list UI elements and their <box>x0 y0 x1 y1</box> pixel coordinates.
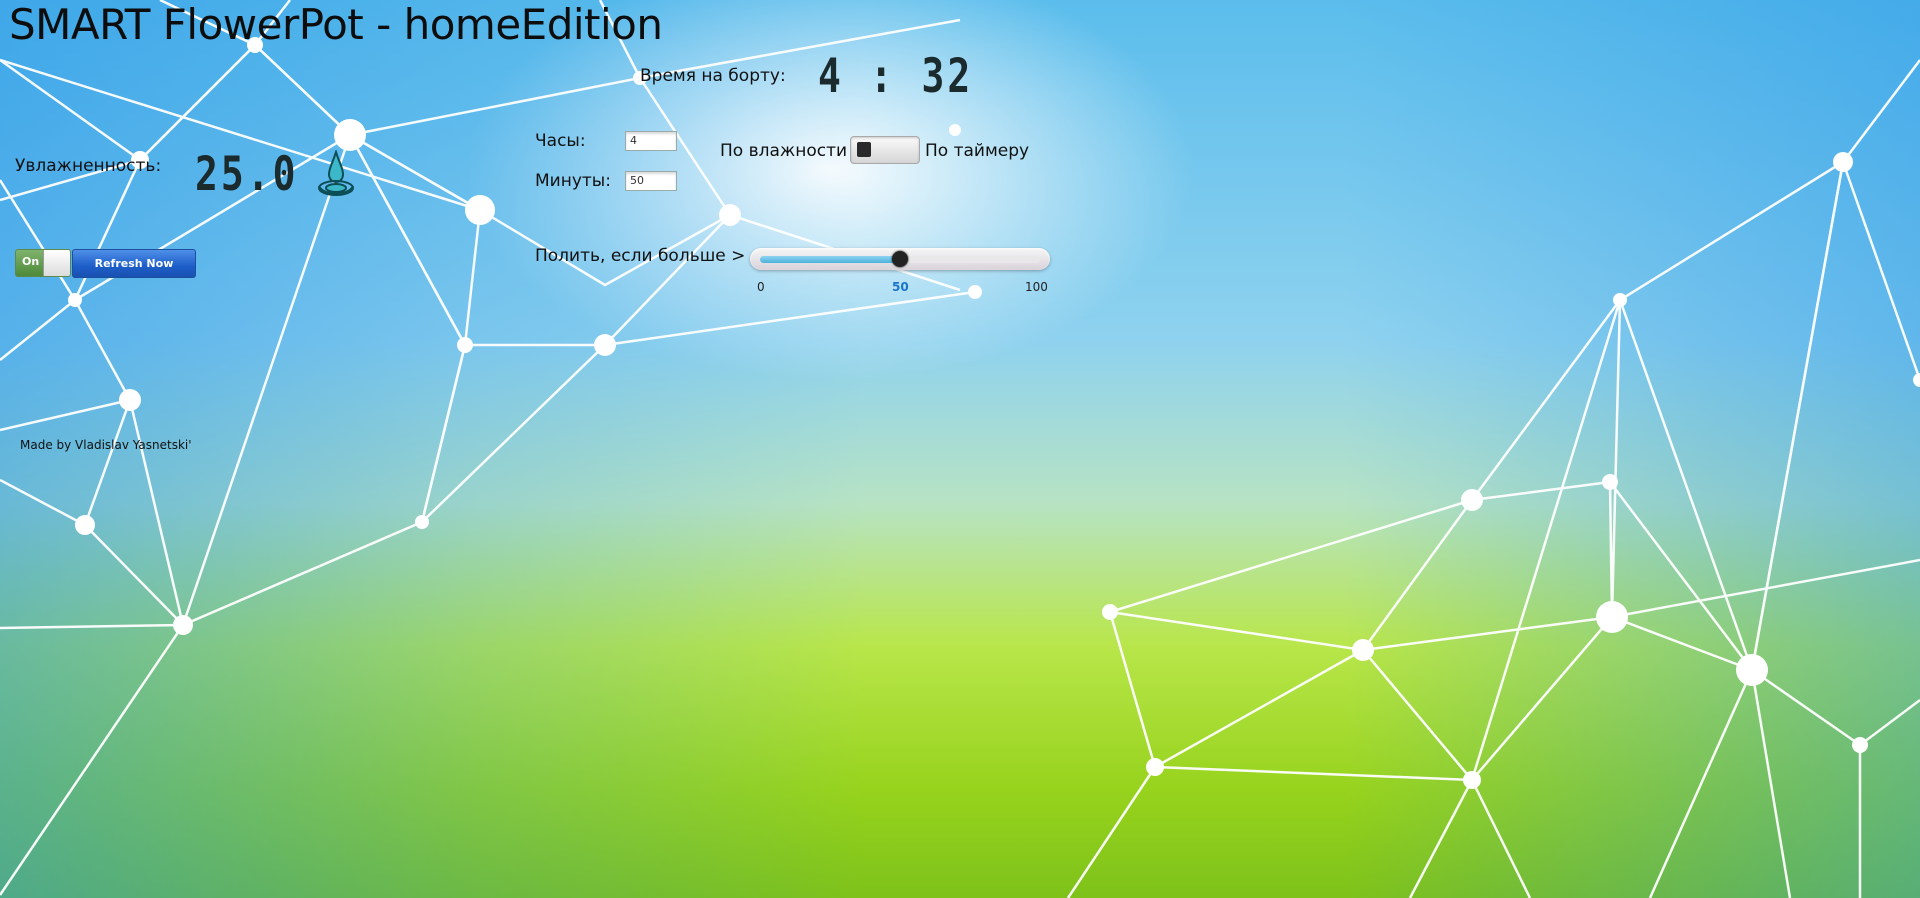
threshold-slider[interactable] <box>750 248 1050 270</box>
threshold-label: Полить, если больше > <box>535 246 746 266</box>
mode-timer-label: По таймеру <box>925 141 1030 161</box>
network-background <box>0 0 1920 898</box>
humidity-display: 25.0 <box>195 146 299 201</box>
threshold-slider-rail <box>760 251 1040 267</box>
power-toggle-knob <box>43 250 70 276</box>
mode-toggle-knob <box>857 142 871 157</box>
mode-humidity-label: По влажности <box>720 141 848 161</box>
threshold-slider-fill <box>760 256 900 263</box>
author-credit: Made by Vladislav Yasnetski' <box>20 438 192 452</box>
app-title: SMART FlowerPot - homeEdition <box>9 0 663 49</box>
mode-toggle[interactable] <box>850 136 920 164</box>
minutes-label: Минуты: <box>535 171 611 191</box>
humidity-label: Увлажненность: <box>15 156 162 176</box>
hours-label: Часы: <box>535 131 586 151</box>
hours-input[interactable]: 4 <box>625 131 677 151</box>
power-toggle-label: On <box>22 255 40 268</box>
water-drop-icon <box>318 150 354 196</box>
power-toggle[interactable]: On <box>15 249 71 277</box>
threshold-min-label: 0 <box>757 280 765 294</box>
threshold-max-label: 100 <box>1025 280 1048 294</box>
clock-label: Время на борту: <box>640 66 786 86</box>
minutes-input[interactable]: 50 <box>625 171 677 191</box>
clock-display: 4 : 32 <box>818 48 974 103</box>
threshold-slider-thumb[interactable] <box>892 251 908 267</box>
refresh-now-button[interactable]: Refresh Now <box>72 249 196 278</box>
threshold-value-label: 50 <box>892 280 909 294</box>
